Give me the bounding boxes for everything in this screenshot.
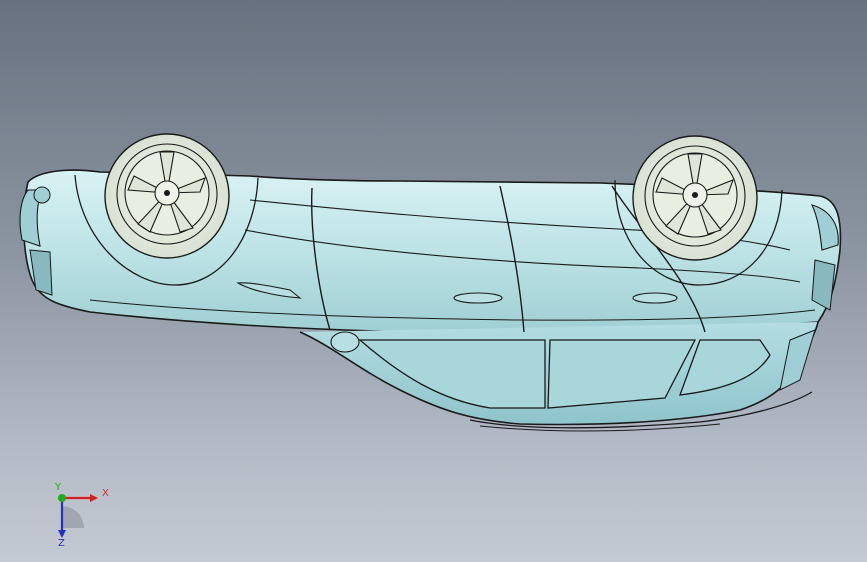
cad-viewport[interactable]: X Y Z [0, 0, 867, 562]
x-axis-arrowhead [90, 494, 98, 502]
y-axis-dot [58, 494, 66, 502]
y-axis-label: Y [54, 482, 62, 493]
axis-triad: X Y Z [54, 482, 109, 548]
car-model-view[interactable] [0, 0, 867, 562]
triad-shadow [62, 506, 84, 528]
x-axis-label: X [102, 488, 109, 499]
z-axis-label: Z [58, 538, 65, 548]
rear-wheel[interactable] [632, 135, 758, 261]
front-wheel[interactable] [104, 133, 230, 259]
z-axis-arrowhead [58, 530, 66, 538]
